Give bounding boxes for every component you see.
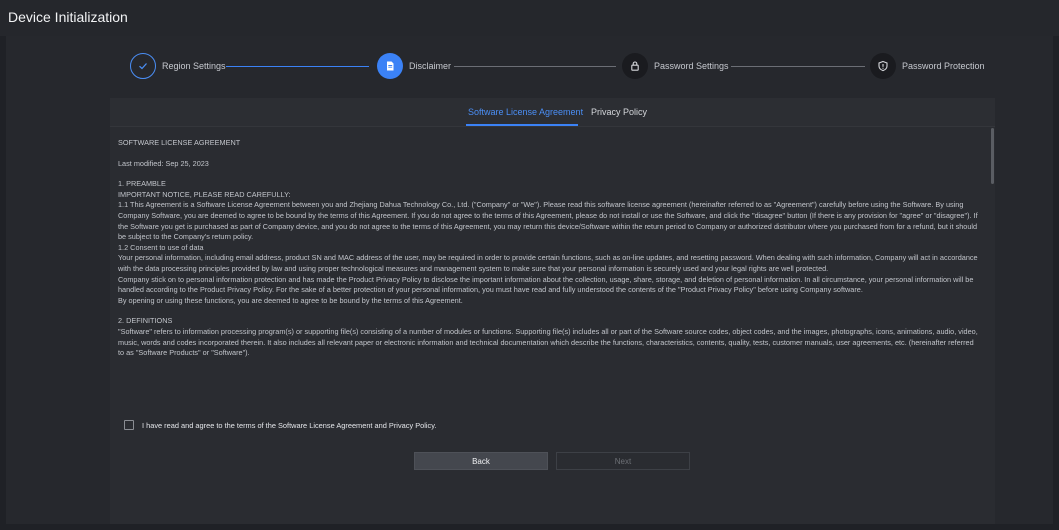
agreement-row: I have read and agree to the terms of th… [124, 420, 436, 430]
step-disclaimer: Disclaimer [377, 52, 451, 80]
title-bar: Device Initialization [0, 0, 1059, 36]
main-area: Region Settings Disclaimer Password Sett… [6, 36, 1053, 524]
paragraph: 1.1 This Agreement is a Software License… [118, 200, 978, 242]
license-text-area[interactable]: SOFTWARE LICENSE AGREEMENT Last modified… [118, 138, 978, 420]
last-modified: Last modified: Sep 25, 2023 [118, 158, 209, 168]
shield-icon [870, 53, 896, 79]
tab-privacy-policy[interactable]: Privacy Policy [591, 107, 647, 117]
step-connector [731, 66, 865, 67]
paragraph: By opening or using these functions, you… [118, 295, 463, 305]
active-tab-indicator [466, 124, 578, 126]
section-title: 1. PREAMBLE [118, 179, 166, 189]
notice-text: IMPORTANT NOTICE, PLEASE READ CAREFULLY: [118, 189, 291, 199]
setup-stepper: Region Settings Disclaimer Password Sett… [6, 36, 1053, 96]
subsection-title: 1.2 Consent to use of data [118, 242, 204, 252]
window-title: Device Initialization [8, 9, 128, 25]
check-icon [130, 53, 156, 79]
next-button[interactable]: Next [556, 452, 690, 470]
agree-label[interactable]: I have read and agree to the terms of th… [142, 421, 436, 430]
step-label: Region Settings [162, 61, 226, 71]
tab-software-license-agreement[interactable]: Software License Agreement [468, 107, 583, 117]
step-connector [226, 66, 369, 67]
scrollbar-thumb[interactable] [991, 128, 994, 184]
tab-bar: Software License Agreement Privacy Polic… [110, 98, 995, 127]
step-label: Password Protection [902, 61, 985, 71]
step-label: Password Settings [654, 61, 729, 71]
disclaimer-panel: Software License Agreement Privacy Polic… [110, 98, 995, 524]
step-password-settings: Password Settings [622, 52, 729, 80]
paragraph: "Software" refers to information process… [118, 326, 978, 358]
step-password-protection: Password Protection [870, 52, 985, 80]
section-title: 2. DEFINITIONS [118, 316, 173, 326]
step-region-settings: Region Settings [130, 52, 226, 80]
step-label: Disclaimer [409, 61, 452, 71]
paragraph: Company stick on to personal information… [118, 274, 974, 295]
paragraph: Your personal information, including ema… [118, 253, 978, 273]
lock-icon [622, 53, 648, 79]
license-heading: SOFTWARE LICENSE AGREEMENT [118, 138, 241, 147]
document-icon [377, 53, 403, 79]
back-button[interactable]: Back [414, 452, 548, 470]
step-connector [454, 66, 616, 67]
agree-checkbox[interactable] [124, 420, 134, 430]
